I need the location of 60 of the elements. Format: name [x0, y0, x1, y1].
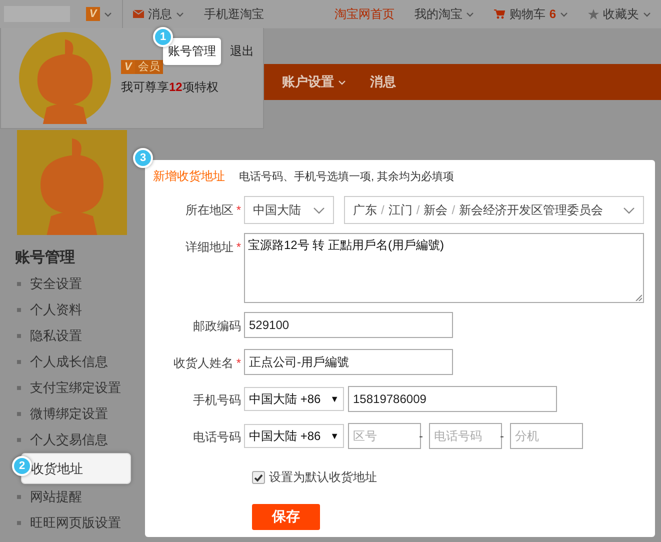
- checkbox-label: 设置为默认收货地址: [269, 469, 377, 486]
- sidebar-title: 账号管理: [15, 248, 76, 267]
- sidebar-item[interactable]: 个人资料: [17, 297, 145, 323]
- sidebar-item[interactable]: 支付宝绑定设置: [17, 375, 145, 401]
- cart-count: 6: [549, 7, 556, 21]
- dash: -: [500, 429, 504, 443]
- form-title: 新增收货地址: [153, 168, 225, 184]
- sidebar-item[interactable]: 个人成长信息: [17, 349, 145, 375]
- caret-icon: [104, 12, 112, 16]
- sidebar-item[interactable]: 隐私设置: [17, 323, 145, 349]
- caret-icon: [466, 12, 474, 16]
- input-field[interactable]: 正点公司-用戶編號: [244, 349, 453, 375]
- home-link[interactable]: 淘宝网首页: [334, 6, 394, 22]
- nav-tab[interactable]: 账户设置: [282, 73, 346, 91]
- cart-link[interactable]: 购物车: [509, 6, 546, 22]
- privilege-text: 我可尊享12项特权: [121, 79, 218, 96]
- resize-grip-icon[interactable]: [635, 294, 642, 301]
- nav-tab[interactable]: 消息: [370, 73, 396, 91]
- caret-icon: [643, 12, 651, 16]
- field-label: 手机号码: [192, 392, 242, 409]
- field-label: 邮政编码: [192, 318, 242, 335]
- star-icon: [588, 8, 599, 20]
- country-code-select[interactable]: 中国大陆 +86 ▼: [244, 424, 344, 448]
- sidebar-item[interactable]: 旺旺网页版设置: [17, 510, 145, 536]
- chevron-icon: [313, 206, 325, 214]
- save-button[interactable]: 保存: [252, 504, 320, 530]
- field-label: 收货人姓名 *: [172, 355, 242, 372]
- field-label: 电话号码: [192, 429, 242, 446]
- input-field[interactable]: 529100: [244, 312, 453, 338]
- caret-icon: [338, 80, 346, 84]
- member-badge[interactable]: V: [86, 7, 100, 21]
- mail-icon: [133, 10, 144, 18]
- country-code-select[interactable]: 中国大陆 +86 ▼: [244, 387, 344, 411]
- cart-icon: [494, 9, 506, 19]
- country-select[interactable]: 中国大陆: [244, 196, 334, 224]
- sidebar-item[interactable]: 网站提醒: [17, 484, 145, 510]
- field-label: 详细地址 *: [184, 239, 242, 256]
- field-label: 所在地区 *: [184, 202, 242, 219]
- phone-field[interactable]: 分机: [510, 423, 583, 449]
- caret-icon: [176, 12, 184, 16]
- menu-link[interactable]: 消息: [148, 6, 172, 22]
- step-badge: 2: [12, 456, 32, 476]
- dropdown-link[interactable]: 退出: [225, 38, 259, 65]
- address-textarea[interactable]: 宝源路12号 转 正點用戶名(用戶編號): [244, 233, 644, 303]
- member-badge: V: [121, 60, 135, 74]
- step-badge: 3: [133, 148, 153, 168]
- form-hint: 电话号码、手机号选填一项, 其余均为必填项: [239, 170, 454, 184]
- sidebar-item[interactable]: 安全设置: [17, 271, 145, 297]
- sidebar-item[interactable]: 个人交易信息: [17, 427, 145, 453]
- checkbox[interactable]: [252, 471, 265, 484]
- top-link[interactable]: 手机逛淘宝: [204, 6, 264, 22]
- sidebar-item[interactable]: 微博绑定设置: [17, 401, 145, 427]
- favorites-link[interactable]: 收藏夹: [603, 6, 639, 22]
- chevron-icon: [623, 206, 635, 214]
- dash: -: [419, 429, 423, 443]
- caret-icon: [560, 12, 568, 16]
- menu-link[interactable]: 我的淘宝: [414, 6, 462, 22]
- region-select[interactable]: 广东 / 江门 / 新会 / 新会经济开发区管理委员会: [344, 196, 644, 224]
- member-label: 会员: [135, 60, 163, 74]
- mobile-field[interactable]: 15819786009: [348, 386, 557, 412]
